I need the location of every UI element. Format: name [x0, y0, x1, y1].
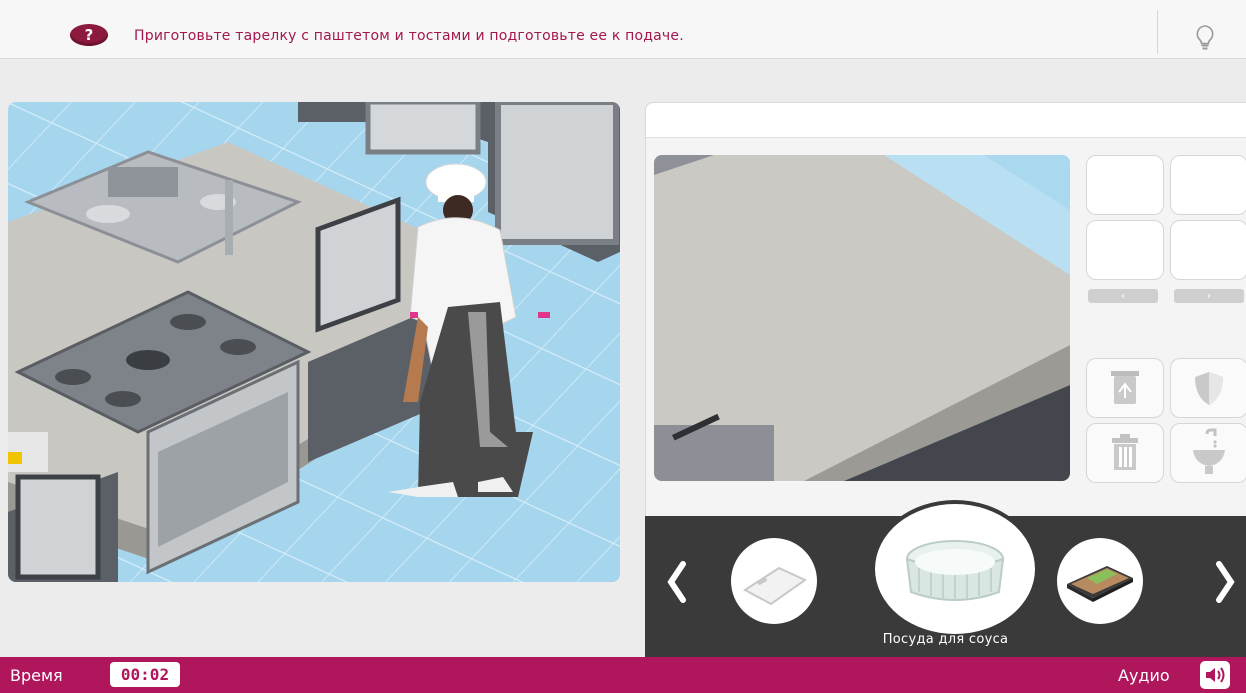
- question-icon[interactable]: ?: [70, 24, 108, 46]
- lightbulb-icon[interactable]: [1193, 24, 1217, 52]
- inventory-next-button[interactable]: ›: [1174, 289, 1244, 303]
- audio-label: Аудио: [1118, 666, 1170, 685]
- sink-tap-icon: [1193, 428, 1225, 474]
- shield-icon: [1195, 372, 1223, 405]
- carousel-item-sauce-dish[interactable]: [871, 500, 1039, 638]
- chevron-right-icon[interactable]: [1213, 560, 1237, 604]
- recycle-button[interactable]: [1086, 358, 1164, 418]
- trash-button[interactable]: [1086, 423, 1164, 483]
- timer-display: 00:02: [110, 662, 180, 687]
- kitchen-illustration: [8, 102, 620, 582]
- task-instruction: Приготовьте тарелку с паштетом и тостами…: [134, 28, 684, 44]
- time-label: Время: [10, 666, 63, 685]
- panel-header: [646, 103, 1246, 138]
- instruction-bar: ? Приготовьте тарелку с паштетом и тоста…: [0, 0, 1246, 59]
- speaker-icon: [1206, 667, 1225, 683]
- item-carousel: Посуда для соуса: [645, 500, 1246, 657]
- inventory-slot[interactable]: [1086, 155, 1164, 215]
- counter-illustration: [654, 155, 1070, 481]
- kitchen-scene[interactable]: [8, 102, 620, 582]
- inventory-slot[interactable]: [1170, 155, 1246, 215]
- work-panel: ‹ ›: [645, 102, 1246, 518]
- shield-button[interactable]: [1170, 358, 1246, 418]
- inventory-prev-button[interactable]: ‹: [1088, 289, 1158, 303]
- divider: [1157, 10, 1158, 54]
- chevron-left-icon[interactable]: [665, 560, 689, 604]
- sauce-dish-icon: [905, 540, 1005, 601]
- sink-button[interactable]: [1170, 423, 1246, 483]
- carousel-item-cutting-board[interactable]: [731, 538, 817, 624]
- trash-can-icon: [1112, 434, 1138, 470]
- recycle-bin-icon: [1111, 371, 1139, 404]
- carousel-item-pate-tray[interactable]: [1057, 538, 1143, 624]
- question-glyph: ?: [84, 26, 94, 44]
- pate-tray-icon: [1067, 566, 1133, 602]
- inventory-slot[interactable]: [1170, 220, 1246, 280]
- inventory-slot[interactable]: [1086, 220, 1164, 280]
- status-bar: Время 00:02 Аудио: [0, 657, 1246, 693]
- cutting-board-icon: [743, 566, 807, 606]
- counter-closeup[interactable]: [654, 155, 1070, 481]
- selected-item-label: Посуда для соуса: [882, 632, 1009, 647]
- audio-button[interactable]: [1200, 661, 1230, 689]
